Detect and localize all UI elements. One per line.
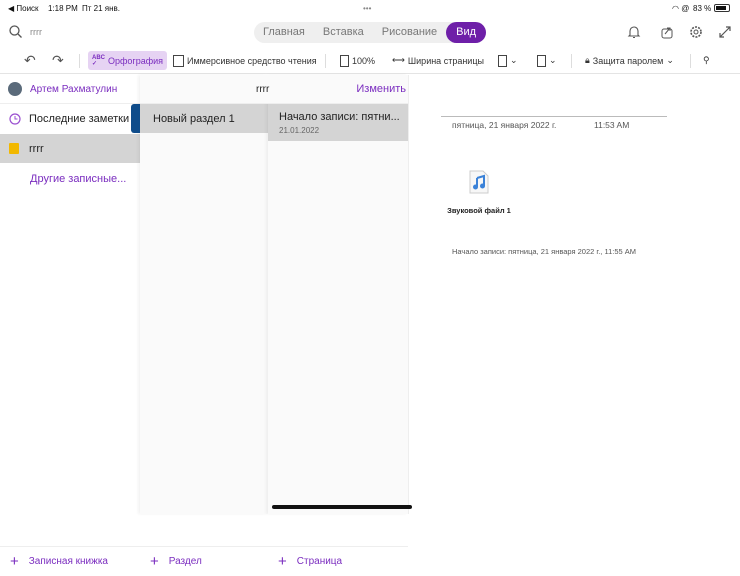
home-indicator[interactable] <box>272 505 412 509</box>
lock-icon: 🔒︎ <box>585 55 590 65</box>
notebook-title: rrrr <box>256 84 270 95</box>
page-width-icon: ⟷ <box>392 55 405 65</box>
immersive-reader-icon <box>173 54 184 67</box>
page-date: 21.01.2022 <box>279 125 320 135</box>
search-icon[interactable] <box>9 25 22 38</box>
recent-notes-item[interactable]: Последние заметки <box>0 104 140 134</box>
notebook-label: rrrr <box>29 142 44 155</box>
pages-pane: Начало записи: пятни... 21.01.2022 + Стра… <box>268 75 408 570</box>
immersive-reader-label: Иммерсивное средство чтения <box>187 55 317 66</box>
redo-icon[interactable]: ↷ <box>52 51 64 70</box>
wifi-icon: ◠ @ <box>672 4 690 13</box>
battery-level: 83 % <box>693 4 712 13</box>
section-item[interactable]: Новый раздел 1 <box>140 104 268 133</box>
tab-draw[interactable]: Рисование <box>373 22 446 43</box>
search-input[interactable]: rrrr <box>30 27 42 37</box>
fullscreen-icon[interactable] <box>718 25 732 39</box>
note-canvas[interactable]: пятница, 21 января 2022 г. 11:53 AM Звук… <box>408 75 740 514</box>
sections-pane: Новый раздел 1 + Раздел <box>131 75 268 570</box>
audio-file-label: Звуковой файл 1 <box>447 206 511 215</box>
chevron-down-icon: ⌄ <box>666 55 674 65</box>
gear-icon[interactable] <box>689 25 703 39</box>
status-bar: ◀ Поиск 1:18 PM Пт 21 янв. ••• ◠ @ 83 % <box>0 0 740 16</box>
plus-icon: + <box>150 553 159 570</box>
tab-view[interactable]: Вид <box>446 22 487 43</box>
sections-header: rrrr Изменить <box>140 75 408 104</box>
spelling-icon: ABC ✓ <box>92 54 105 67</box>
spelling-button[interactable]: ABC ✓ Орфография <box>88 51 168 70</box>
bell-icon[interactable] <box>627 25 641 39</box>
password-label: Защита паролем <box>592 55 664 66</box>
status-time: 1:18 PM <box>48 4 78 13</box>
margins-dropdown[interactable]: ⌄ <box>537 51 557 70</box>
plus-icon: + <box>278 553 287 570</box>
password-protection-button[interactable]: 🔒︎ Защита паролем ⌄ <box>585 51 674 70</box>
notebook-item[interactable]: rrrr <box>0 134 140 163</box>
section-color-tab <box>131 104 140 133</box>
page-width-label: Ширина страницы <box>407 55 484 66</box>
battery-icon <box>714 4 730 12</box>
document-icon <box>498 54 507 67</box>
note-time: 11:53 AM <box>594 120 630 130</box>
tab-home[interactable]: Главная <box>254 22 314 43</box>
multitask-dots[interactable]: ••• <box>363 4 371 13</box>
other-notebooks-link[interactable]: Другие записные... <box>0 165 140 193</box>
plus-icon: + <box>10 553 19 570</box>
recent-notes-label: Последние заметки <box>29 113 130 125</box>
chevron-down-icon: ⌄ <box>549 55 557 65</box>
notebook-icon <box>9 143 19 154</box>
note-date: пятница, 21 января 2022 г. <box>452 120 557 130</box>
margins-icon <box>537 54 546 67</box>
add-notebook-label: Записная книжка <box>28 556 108 567</box>
zoom-label: 100% <box>352 55 376 66</box>
avatar <box>8 82 22 96</box>
chevron-down-icon: ⌄ <box>510 55 518 65</box>
immersive-reader-button[interactable]: Иммерсивное средство чтения <box>173 51 317 70</box>
status-date: Пт 21 янв. <box>82 4 120 13</box>
page-item[interactable]: Начало записи: пятни... 21.01.2022 <box>268 104 408 141</box>
account-name: Артем Рахматулин <box>30 83 118 95</box>
accessibility-checker-icon[interactable]: ⚲ <box>703 51 710 70</box>
ribbon-tabs: Главная Вставка Рисование Вид <box>254 22 487 43</box>
account-row[interactable]: Артем Рахматулин <box>0 75 140 104</box>
add-section-label: Раздел <box>168 556 202 567</box>
page-title: Начало записи: пятни... <box>279 110 400 123</box>
page-icon <box>340 54 349 67</box>
clock-icon <box>9 113 21 125</box>
share-icon[interactable] <box>660 25 674 39</box>
page-width-button[interactable]: ⟷ Ширина страницы <box>392 51 484 70</box>
add-section-button[interactable]: + Раздел <box>140 546 268 576</box>
back-to-search[interactable]: ◀ Поиск <box>8 4 39 13</box>
notebooks-pane: Артем Рахматулин Последние заметки rrrr … <box>0 75 140 570</box>
add-page-button[interactable]: + Страница <box>268 546 408 576</box>
recording-start-text: Начало записи: пятница, 21 января 2022 г… <box>452 247 637 256</box>
add-notebook-button[interactable]: + Записная книжка <box>0 546 140 576</box>
undo-icon[interactable]: ↶ <box>24 51 36 70</box>
zoom-button[interactable]: 100% <box>340 51 375 70</box>
audio-file-icon[interactable] <box>469 170 489 194</box>
spelling-label: Орфография <box>108 55 164 66</box>
edit-button[interactable]: Изменить <box>356 83 406 95</box>
add-page-label: Страница <box>296 556 343 567</box>
ribbon-toolbar: ↶ ↷ ABC ✓ Орфография Иммерсивное средство … <box>0 47 740 74</box>
paper-size-dropdown[interactable]: ⌄ <box>498 51 518 70</box>
tab-insert[interactable]: Вставка <box>314 22 373 43</box>
title-underline <box>441 116 667 117</box>
